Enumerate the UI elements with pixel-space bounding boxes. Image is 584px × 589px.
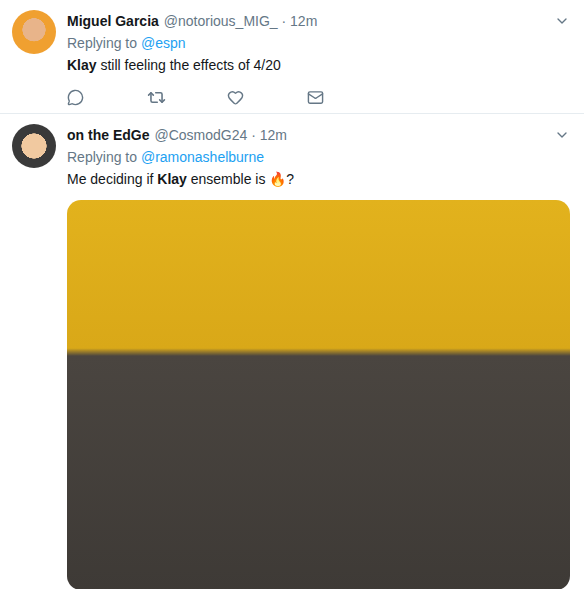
mention-link[interactable]: @ramonashelburne (141, 149, 264, 165)
message-button[interactable] (307, 89, 387, 106)
more-button[interactable] (554, 13, 570, 29)
text-segment: Klay (157, 171, 187, 187)
retweet-button[interactable] (147, 88, 227, 107)
user-meta: @notorious_MIG_ · 12m (164, 13, 549, 29)
tweet[interactable]: Miguel Garcia @notorious_MIG_ · 12m Replyi… (0, 0, 584, 114)
chevron-down-icon[interactable] (554, 13, 570, 29)
mail-icon[interactable] (307, 89, 324, 106)
tweet-photo[interactable] (67, 200, 570, 589)
user-meta: @CosmodG24 · 12m (154, 127, 549, 143)
tweet-body: on the EdGe @CosmodG24 · 12m Replying to @… (67, 124, 570, 589)
avatar[interactable] (12, 124, 56, 168)
heart-icon[interactable] (227, 89, 244, 106)
avatar[interactable] (12, 10, 56, 54)
user-name[interactable]: on the EdGe (67, 127, 149, 143)
tweet-text: Me deciding if Klay ensemble is 🔥? (67, 168, 570, 190)
reply-button[interactable] (67, 89, 147, 106)
tweet[interactable]: on the EdGe @CosmodG24 · 12m Replying to @… (0, 114, 584, 589)
like-button[interactable] (227, 89, 307, 106)
text-segment: ensemble is 🔥? (187, 171, 294, 187)
reply-icon[interactable] (67, 89, 84, 106)
text-segment: Me deciding if (67, 171, 157, 187)
chevron-down-icon[interactable] (554, 127, 570, 143)
tweet-feed: Miguel Garcia @notorious_MIG_ · 12m Replyi… (0, 0, 584, 589)
replying-to: Replying to @espn (67, 32, 570, 54)
tweet-actions (67, 86, 570, 108)
tweet-header: Miguel Garcia @notorious_MIG_ · 12m (67, 10, 570, 32)
more-button[interactable] (554, 127, 570, 143)
retweet-icon[interactable] (147, 88, 166, 107)
tweet-header: on the EdGe @CosmodG24 · 12m (67, 124, 570, 146)
tweet-text: Klay still feeling the effects of 4/20 (67, 54, 570, 76)
mention-link[interactable]: @espn (141, 35, 186, 51)
text-segment: still feeling the effects of 4/20 (97, 57, 281, 73)
text-segment: Klay (67, 57, 97, 73)
user-name[interactable]: Miguel Garcia (67, 13, 159, 29)
replying-to: Replying to @ramonashelburne (67, 146, 570, 168)
tweet-body: Miguel Garcia @notorious_MIG_ · 12m Replyi… (67, 10, 570, 108)
